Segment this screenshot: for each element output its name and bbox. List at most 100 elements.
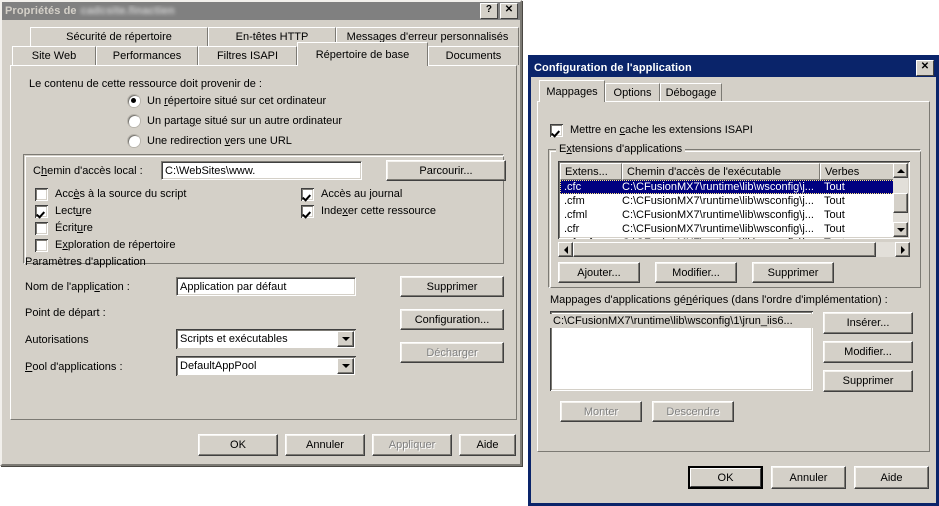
checkbox-cache-isapi[interactable] [550, 124, 563, 137]
checkbox-cache-isapi-label: Mettre en cache les extensions ISAPI [570, 124, 753, 136]
cell-verbs: Tout [824, 209, 845, 221]
app-pool-dropdown[interactable]: DefaultAppPool [176, 356, 356, 376]
hscroll-thumb[interactable] [573, 242, 876, 257]
radio-network-share[interactable] [128, 115, 140, 127]
tab-performances[interactable]: Performances [96, 46, 198, 65]
local-path-input[interactable]: C:\WebSites\www. [161, 161, 362, 180]
cell-extension: .cfm [564, 195, 585, 207]
app-name-input[interactable]: Application par défaut [176, 277, 356, 296]
table-row[interactable]: .cfml C:\CFusionMX7\runtime\lib\wsconfig… [560, 208, 895, 222]
radio-url-redirect[interactable] [128, 135, 140, 147]
extensions-list-header: Extens... Chemin d'accès de l'exécutable… [560, 163, 908, 180]
edit-extension-label: Modifier... [672, 266, 720, 279]
cell-verbs: Tout [820, 237, 895, 239]
table-row[interactable]: .cfc C:\CFusionMX7\runtime\lib\wsconfig\… [560, 180, 895, 194]
edit-extension-button[interactable]: Modifier... [655, 262, 737, 283]
cell-path: C:\CFusionMX7\runtime\lib\wsconfig\j... [622, 195, 814, 207]
edit-wildcard-button[interactable]: Modifier... [823, 341, 913, 363]
tab-mappages[interactable]: Mappages [539, 80, 605, 102]
scroll-down-icon[interactable] [893, 222, 908, 237]
checkbox-log-visits[interactable] [301, 188, 314, 201]
move-up-label: Monter [583, 405, 619, 418]
permissions-value: Scripts et exécutables [180, 333, 288, 345]
tab-securite-de-repertoire[interactable]: Sécurité de répertoire [30, 27, 208, 46]
cell-path: C:\CFusionMX7\runtime\lib\wsconfig\j... [622, 237, 820, 239]
ok-button[interactable]: OK [198, 434, 278, 456]
radio-local-directory[interactable] [128, 95, 140, 107]
delete-extension-button[interactable]: Supprimer [752, 262, 834, 283]
table-row[interactable]: .cfr C:\CFusionMX7\runtime\lib\wsconfig\… [560, 222, 895, 236]
checkbox-log-visits-label: Accès au journal [321, 188, 403, 200]
app-config-tab-panel: Mettre en cache les extensions ISAPI Ext… [537, 101, 930, 452]
app-pool-label: Pool d'applications : [25, 361, 123, 373]
checkbox-directory-browsing[interactable] [35, 239, 48, 252]
help-button-label: Aide [476, 439, 499, 451]
help-button[interactable]: Aide [854, 466, 929, 489]
delete-wildcard-button[interactable]: Supprimer [823, 370, 913, 392]
remove-application-button[interactable]: Supprimer [400, 276, 504, 297]
add-extension-label: Ajouter... [577, 266, 621, 279]
apply-button: Appliquer [372, 434, 452, 456]
tab-label: Répertoire de base [315, 48, 410, 61]
chevron-down-icon[interactable] [337, 331, 354, 347]
cell-extension: .cfc [564, 181, 582, 193]
tab-label: Filtres ISAPI [216, 50, 279, 62]
checkbox-script-source-access[interactable] [35, 188, 48, 201]
extensions-hscrollbar[interactable] [558, 242, 910, 257]
configuration-button[interactable]: Configuration... [400, 309, 504, 330]
help-button[interactable]: Aide [459, 434, 516, 456]
cancel-button[interactable]: Annuler [285, 434, 365, 456]
column-header-extension[interactable]: Extens... [560, 163, 622, 180]
source-prompt-label: Le contenu de cette ressource doit prove… [29, 78, 262, 90]
scroll-left-icon[interactable] [558, 242, 573, 257]
extensions-vscrollbar[interactable] [893, 163, 908, 237]
close-icon[interactable]: ✕ [916, 59, 934, 76]
cancel-button[interactable]: Annuler [771, 466, 846, 489]
insert-wildcard-button[interactable]: Insérer... [823, 312, 913, 334]
cell-verbs: Tout [824, 195, 845, 207]
extensions-list-rows: .cfc C:\CFusionMX7\runtime\lib\wsconfig\… [560, 180, 895, 239]
add-extension-button[interactable]: Ajouter... [558, 262, 640, 283]
scroll-right-icon[interactable] [895, 242, 910, 257]
checkbox-read[interactable] [35, 205, 48, 218]
checkbox-index-resource[interactable] [301, 205, 314, 218]
screen: Propriétés de cadcsite.finactien ? ✕ Sécu… [0, 0, 939, 506]
ok-button-label: OK [230, 439, 246, 451]
cell-verbs: Tout [824, 181, 845, 193]
list-item[interactable]: C:\CFusionMX7\runtime\lib\wsconfig\1\jru… [550, 314, 813, 328]
tab-site-web[interactable]: Site Web [12, 46, 96, 65]
checkbox-script-source-access-label: Accès à la source du script [55, 188, 187, 200]
column-header-verbs[interactable]: Verbes [820, 163, 895, 180]
cell-extension: .cfml [564, 209, 588, 221]
extensions-group-title: Extensions d'applications [556, 143, 686, 155]
app-configuration-dialog: Configuration de l'application ✕ Mappage… [528, 55, 939, 506]
move-up-button: Monter [560, 401, 642, 422]
checkbox-index-resource-label: Indexer cette ressource [321, 205, 436, 217]
browse-button[interactable]: Parcourir... [386, 160, 506, 181]
permissions-dropdown[interactable]: Scripts et exécutables [176, 329, 356, 349]
radio-url-redirect-label: Une redirection vers une URL [147, 135, 292, 147]
column-header-executable-path[interactable]: Chemin d'accès de l'exécutable [622, 163, 820, 180]
ok-button[interactable]: OK [688, 466, 763, 489]
tab-label: Sécurité de répertoire [66, 31, 172, 43]
close-icon[interactable]: ✕ [500, 3, 518, 19]
help-icon[interactable]: ? [480, 3, 498, 19]
table-row[interactable]: .cfswf C:\CFusionMX7\runtime\lib\wsconfi… [560, 236, 895, 239]
move-down-button: Descendre [652, 401, 734, 422]
tab-options[interactable]: Options [605, 83, 660, 102]
app-config-titlebar[interactable]: Configuration de l'application ✕ [531, 58, 936, 77]
tab-documents[interactable]: Documents [428, 46, 519, 65]
extensions-listview[interactable]: Extens... Chemin d'accès de l'exécutable… [558, 161, 910, 239]
scroll-up-icon[interactable] [893, 163, 908, 178]
table-row[interactable]: .cfm C:\CFusionMX7\runtime\lib\wsconfig\… [560, 194, 895, 208]
vscroll-thumb[interactable] [893, 193, 908, 213]
properties-titlebar[interactable]: Propriétés de cadcsite.finactien ? ✕ [2, 2, 520, 20]
tab-repertoire-de-base[interactable]: Répertoire de base [297, 42, 428, 66]
tab-label: Mappages [546, 85, 598, 98]
wildcard-listbox[interactable]: C:\CFusionMX7\runtime\lib\wsconfig\1\jru… [550, 311, 813, 391]
tab-label: Performances [112, 50, 182, 62]
checkbox-write[interactable] [35, 222, 48, 235]
chevron-down-icon[interactable] [337, 358, 354, 374]
tab-debogage[interactable]: Débogage [660, 83, 722, 102]
tab-filtres-isapi[interactable]: Filtres ISAPI [198, 46, 297, 65]
